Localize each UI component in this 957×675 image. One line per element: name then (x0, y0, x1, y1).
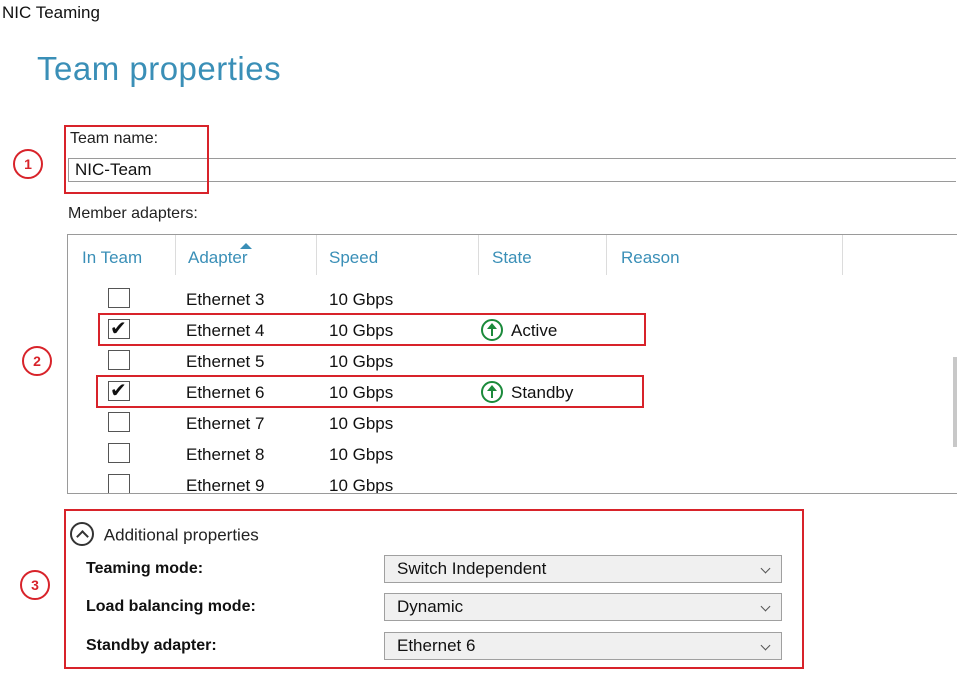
col-header-adapter[interactable]: Adapter (180, 235, 317, 275)
standby-adapter-value: Ethernet 6 (397, 636, 476, 655)
table-row[interactable]: Ethernet 7 10 Gbps (68, 408, 957, 439)
adapter-name: Ethernet 8 (186, 445, 265, 464)
load-balancing-mode-select[interactable]: Dynamic (384, 593, 782, 621)
additional-properties-toggle[interactable]: Additional properties (70, 522, 259, 548)
page-title: Team properties (37, 50, 282, 87)
standby-adapter-label: Standby adapter: (86, 637, 217, 654)
load-balancing-mode-label: Load balancing mode: (86, 598, 256, 615)
teaming-mode-select[interactable]: Switch Independent (384, 555, 782, 583)
in-team-checkbox[interactable] (108, 474, 130, 493)
col-header-state[interactable]: State (484, 235, 607, 275)
window-title: NIC Teaming (2, 3, 100, 22)
member-adapters-grid: In Team Adapter Speed State Reason Ether… (67, 234, 957, 494)
table-row[interactable]: Ethernet 8 10 Gbps (68, 439, 957, 470)
teaming-mode-value: Switch Independent (397, 559, 547, 578)
col-header-reason[interactable]: Reason (613, 235, 843, 275)
chevron-down-icon (760, 601, 771, 612)
member-adapters-label: Member adapters: (68, 205, 198, 222)
adapter-name: Ethernet 7 (186, 414, 265, 433)
highlight-box-ethernet-4 (98, 313, 646, 346)
grid-header: In Team Adapter Speed State Reason (68, 235, 957, 275)
adapter-speed: 10 Gbps (329, 414, 394, 433)
adapter-speed: 10 Gbps (329, 352, 394, 371)
annotation-marker-3: 3 (20, 570, 50, 600)
chevron-down-icon (760, 563, 771, 574)
highlight-box-team-name (64, 125, 209, 194)
highlight-box-ethernet-6 (96, 375, 644, 408)
in-team-checkbox[interactable] (108, 443, 130, 463)
adapter-speed: 10 Gbps (329, 290, 394, 309)
grid-scrollbar[interactable] (953, 357, 957, 447)
standby-adapter-select[interactable]: Ethernet 6 (384, 632, 782, 660)
col-header-in-team[interactable]: In Team (74, 235, 176, 275)
adapter-speed: 10 Gbps (329, 476, 394, 494)
adapter-name: Ethernet 3 (186, 290, 265, 309)
table-row[interactable]: Ethernet 3 10 Gbps (68, 284, 957, 315)
chevron-down-icon (760, 640, 771, 651)
load-balancing-mode-value: Dynamic (397, 597, 464, 616)
table-row[interactable]: Ethernet 9 10 Gbps (68, 470, 957, 494)
in-team-checkbox[interactable] (108, 288, 130, 308)
col-header-speed[interactable]: Speed (321, 235, 479, 275)
annotation-marker-1: 1 (13, 149, 43, 179)
adapter-speed: 10 Gbps (329, 445, 394, 464)
chevron-up-circle-icon (70, 522, 94, 546)
in-team-checkbox[interactable] (108, 350, 130, 370)
sort-ascending-icon (240, 243, 252, 249)
in-team-checkbox[interactable] (108, 412, 130, 432)
adapter-name: Ethernet 5 (186, 352, 265, 371)
table-row[interactable]: Ethernet 5 10 Gbps (68, 346, 957, 377)
additional-properties-label: Additional properties (103, 525, 259, 545)
adapter-name: Ethernet 9 (186, 476, 265, 494)
annotation-marker-2: 2 (22, 346, 52, 376)
teaming-mode-label: Teaming mode: (86, 560, 204, 577)
